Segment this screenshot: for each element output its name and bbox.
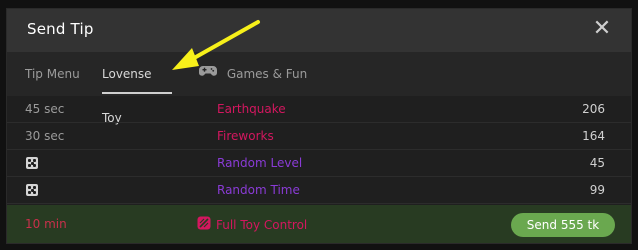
list-item[interactable]: Random Time 99 (7, 177, 631, 204)
close-icon[interactable]: ✕ (591, 18, 613, 40)
toy-control-icon (197, 216, 211, 233)
tab-lovense-toy[interactable]: Lovense Toy (102, 52, 172, 125)
toy-action-list: 45 sec Earthquake 206 30 sec Fireworks 1… (7, 96, 631, 204)
action-name: Random Level (217, 156, 303, 170)
tab-games-and-fun[interactable]: Games & Fun (199, 52, 307, 96)
token-amount: 45 (589, 156, 605, 170)
control-label-text: Full Toy Control (216, 218, 308, 232)
token-amount: 99 (589, 183, 605, 197)
action-name: Fireworks (217, 129, 274, 143)
tab-bar: Tip Menu Lovense Toy Games & Fun (7, 52, 631, 125)
tab-label: Games & Fun (226, 67, 308, 81)
duration-text: 10 min (25, 217, 67, 231)
dialog-title: Send Tip (27, 20, 94, 38)
send-tip-button[interactable]: Send 555 tk (511, 213, 615, 237)
full-toy-control-label: Full Toy Control (197, 216, 308, 234)
gamepad-icon (199, 51, 217, 95)
dice-icon (26, 184, 38, 196)
action-name: Random Time (217, 183, 300, 197)
duration-text: 45 sec (25, 102, 65, 116)
tab-tip-menu[interactable]: Tip Menu (25, 52, 80, 96)
tab-label: Tip Menu (25, 67, 80, 81)
action-name: Earthquake (217, 102, 286, 116)
list-item[interactable]: 45 sec Earthquake 206 (7, 96, 631, 123)
dice-icon (26, 157, 38, 169)
list-item[interactable]: 30 sec Fireworks 164 (7, 123, 631, 150)
duration-text: 30 sec (25, 129, 65, 143)
token-amount: 164 (582, 129, 605, 143)
send-tip-dialog: Send Tip ✕ Tip Menu Lovense Toy Games & … (6, 8, 632, 244)
list-item[interactable]: Random Level 45 (7, 150, 631, 177)
full-toy-control-row: 10 min Full Toy Control Send 555 tk (7, 205, 631, 243)
token-amount: 206 (582, 102, 605, 116)
dialog-header: Send Tip ✕ (7, 9, 631, 52)
